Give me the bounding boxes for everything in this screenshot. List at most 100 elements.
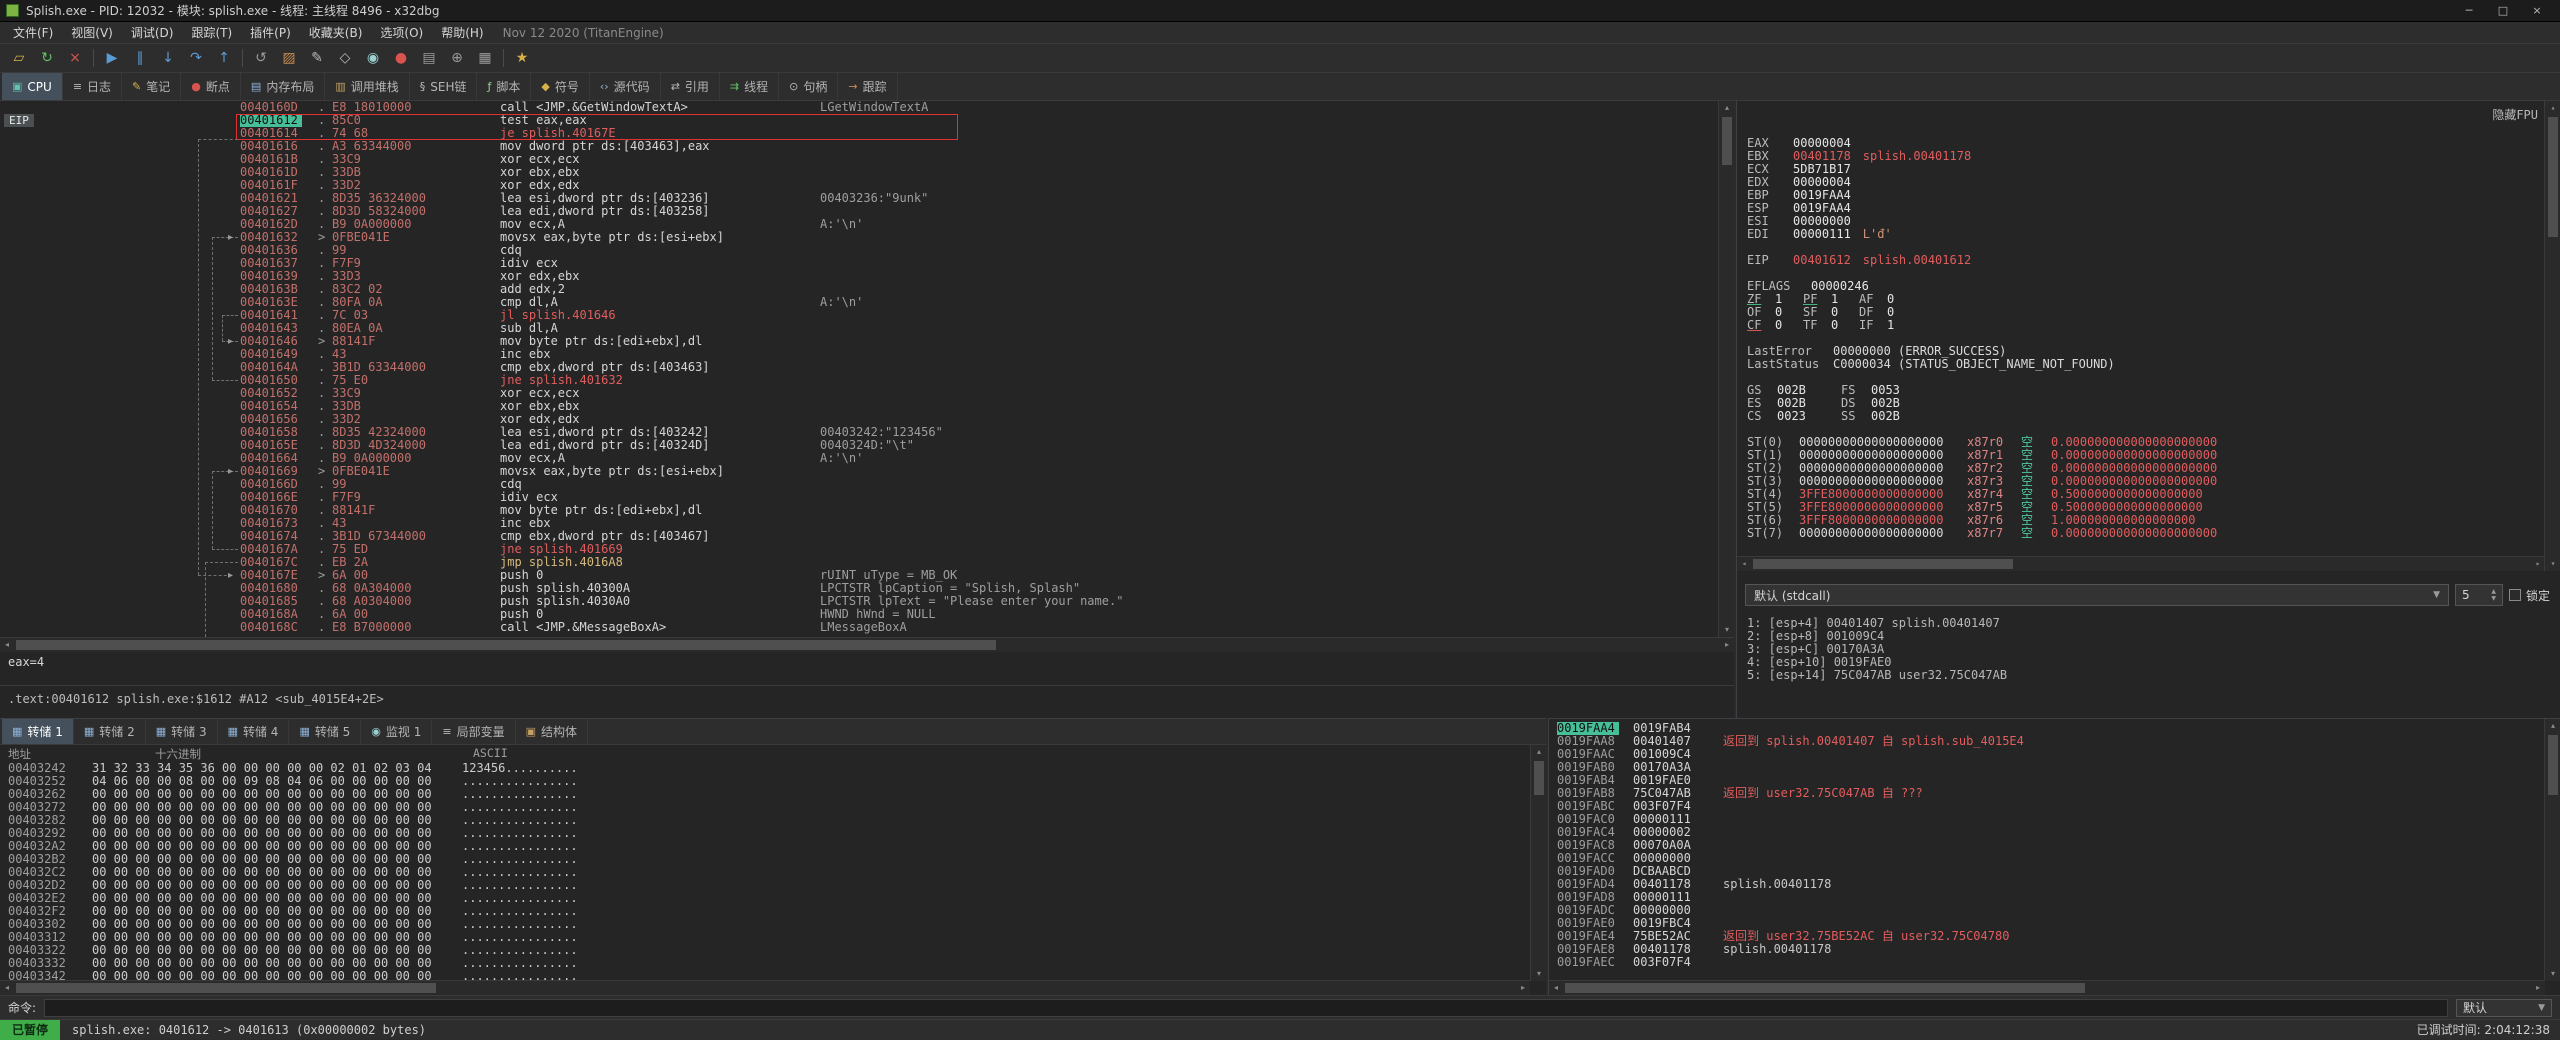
stack-row[interactable]: 0019FAD8 00000111 bbox=[1549, 891, 2024, 904]
stack-row[interactable]: 0019FAEC 003F07F4 bbox=[1549, 956, 2024, 969]
tab-breakpoints[interactable]: ● 断点 bbox=[181, 73, 241, 100]
maximize-button[interactable]: □ bbox=[2486, 0, 2520, 21]
menu-debug[interactable]: 调试(D) bbox=[122, 22, 183, 44]
register-row[interactable]: EBX 00401178 splish.00401178 bbox=[1747, 150, 2534, 163]
flags-row[interactable]: CF 0 TF 0 IF 1 bbox=[1747, 319, 2534, 332]
menu-favourites[interactable]: 收藏夹(B) bbox=[300, 22, 372, 44]
tab-seh[interactable]: § SEH链 bbox=[410, 73, 478, 100]
tab-log[interactable]: ≡ 日志 bbox=[63, 73, 123, 100]
close-button[interactable]: × bbox=[2520, 0, 2554, 21]
dump-hscrollbar[interactable]: ◂ ▸ bbox=[0, 980, 1530, 995]
scroll-up-icon[interactable]: ▴ bbox=[1720, 101, 1734, 115]
disassembly-view[interactable]: 0040160D. E8 18010000 call <JMP.&GetWindow… bbox=[0, 101, 1718, 637]
disasm-vscrollbar[interactable]: ▴ ▾ bbox=[1718, 101, 1734, 637]
fpu-register-row[interactable]: ST(7) 00000000000000000000 x87r7 空 0.0000000… bbox=[1747, 527, 2534, 540]
scroll-down-icon[interactable]: ▾ bbox=[1720, 623, 1734, 637]
open-file-button[interactable]: ▱ bbox=[6, 46, 32, 70]
tab-threads[interactable]: ⇉ 线程 bbox=[720, 73, 780, 100]
register-row[interactable]: ECX 5DB71B17 bbox=[1747, 163, 2534, 176]
dump-vscrollbar[interactable]: ▴ ▾ bbox=[1530, 745, 1546, 981]
scrollbar-thumb[interactable] bbox=[1722, 117, 1732, 165]
scrollbar-thumb[interactable] bbox=[1753, 559, 2013, 569]
disasm-row[interactable]: 0040168C. E8 B7000000 call <JMP.&MessageBo… bbox=[0, 621, 1718, 634]
scrollbar-thumb[interactable] bbox=[1534, 761, 1544, 795]
register-row[interactable]: EDX 00000004 bbox=[1747, 176, 2534, 189]
stack-row[interactable]: 0019FADC 00000000 bbox=[1549, 904, 2024, 917]
tab-script[interactable]: ƒ 脚本 bbox=[477, 73, 532, 100]
refresh-button[interactable]: ↺ bbox=[248, 46, 274, 70]
tab-dump-3[interactable]: ▦ 转储 3 bbox=[146, 719, 218, 744]
stack-hscrollbar[interactable]: ◂ ▸ bbox=[1549, 980, 2545, 995]
scroll-up-icon[interactable]: ▴ bbox=[2546, 719, 2560, 733]
stack-row[interactable]: 0019FAAC 001009C4 bbox=[1549, 748, 2024, 761]
scrollbar-thumb[interactable] bbox=[2548, 117, 2558, 237]
scrollbar-thumb[interactable] bbox=[2548, 735, 2558, 795]
stack-row[interactable]: 0019FAE8 00401178 splish.00401178 bbox=[1549, 943, 2024, 956]
scroll-left-icon[interactable]: ◂ bbox=[1737, 557, 1751, 571]
stack-row[interactable]: 0019FAC0 00000111 bbox=[1549, 813, 2024, 826]
stack-row[interactable]: 0019FAC8 00070A0A bbox=[1549, 839, 2024, 852]
command-mode-select[interactable]: 默认 ▼ bbox=[2456, 998, 2552, 1017]
last-status-row[interactable]: LastStatus C0000034 (STATUS_OBJECT_NAME_N… bbox=[1747, 358, 2534, 371]
scroll-down-icon[interactable]: ▾ bbox=[2546, 557, 2560, 571]
disasm-hscrollbar[interactable]: ◂ ▸ bbox=[0, 637, 1734, 652]
minimize-button[interactable]: ─ bbox=[2452, 0, 2486, 21]
menu-view[interactable]: 视图(V) bbox=[62, 22, 122, 44]
tab-memory-map[interactable]: ▤ 内存布局 bbox=[241, 73, 326, 100]
comment-button[interactable]: ✎ bbox=[304, 46, 330, 70]
scroll-down-icon[interactable]: ▾ bbox=[1532, 967, 1546, 981]
scroll-down-icon[interactable]: ▾ bbox=[2546, 967, 2560, 981]
registers-hscrollbar[interactable]: ◂ ▸ bbox=[1737, 556, 2545, 571]
register-row[interactable]: EDI 00000111 L'đ' bbox=[1747, 228, 2534, 241]
stack-row[interactable]: 0019FAA8 00401407 返回到 splish.00401407 自 sp… bbox=[1549, 735, 2024, 748]
stack-row[interactable]: 0019FAD4 00401178 splish.00401178 bbox=[1549, 878, 2024, 891]
tab-dump-4[interactable]: ▦ 转储 4 bbox=[218, 719, 290, 744]
scroll-right-icon[interactable]: ▸ bbox=[2531, 981, 2545, 995]
stack-row[interactable]: 0019FACC 00000000 bbox=[1549, 852, 2024, 865]
tab-dump-5[interactable]: ▦ 转储 5 bbox=[289, 719, 362, 744]
breakpoint-button[interactable]: ● bbox=[388, 46, 414, 70]
patch-button[interactable]: ▨ bbox=[276, 46, 302, 70]
register-row[interactable]: ESP 0019FAA4 bbox=[1747, 202, 2534, 215]
argument-row[interactable]: 5: [esp+14] 75C047AB user32.75C047AB bbox=[1747, 669, 2550, 682]
command-input[interactable] bbox=[44, 998, 2448, 1017]
tab-trace[interactable]: → 跟踪 bbox=[838, 73, 898, 100]
menu-options[interactable]: 选项(O) bbox=[371, 22, 432, 44]
menu-help[interactable]: 帮助(H) bbox=[432, 22, 492, 44]
tab-dump-2[interactable]: ▦ 转储 2 bbox=[74, 719, 146, 744]
execute-till-return-button[interactable]: ↑ bbox=[211, 46, 237, 70]
menu-plugins[interactable]: 插件(P) bbox=[241, 22, 300, 44]
scrollbar-thumb[interactable] bbox=[16, 983, 436, 993]
step-into-button[interactable]: ↓ bbox=[155, 46, 181, 70]
scroll-left-icon[interactable]: ◂ bbox=[0, 638, 14, 652]
settings-button[interactable]: ⊕ bbox=[444, 46, 470, 70]
pause-button[interactable]: ∥ bbox=[127, 46, 153, 70]
scroll-left-icon[interactable]: ◂ bbox=[1549, 981, 1563, 995]
scroll-up-icon[interactable]: ▴ bbox=[2546, 101, 2560, 115]
stack-row[interactable]: 0019FAB0 00170A3A bbox=[1549, 761, 2024, 774]
scrollbar-thumb[interactable] bbox=[1565, 983, 2085, 993]
memory-map-button[interactable]: ▤ bbox=[416, 46, 442, 70]
tab-source[interactable]: ‹› 源代码 bbox=[590, 73, 661, 100]
tab-symbols[interactable]: ◆ 符号 bbox=[531, 73, 590, 100]
close-debuggee-button[interactable]: × bbox=[62, 46, 88, 70]
calling-convention-select[interactable]: 默认 (stdcall) ▼ bbox=[1745, 584, 2449, 606]
run-button[interactable]: ▶ bbox=[99, 46, 125, 70]
calculator-button[interactable]: ▦ bbox=[472, 46, 498, 70]
register-row[interactable]: EBP 0019FAA4 bbox=[1747, 189, 2534, 202]
stack-row[interactable]: 0019FAC4 00000002 bbox=[1549, 826, 2024, 839]
segment-row[interactable]: GS 002B FS 0053 bbox=[1747, 384, 2534, 397]
menu-file[interactable]: 文件(F) bbox=[4, 22, 62, 44]
scroll-up-icon[interactable]: ▴ bbox=[1532, 745, 1546, 759]
segment-row[interactable]: CS 0023 SS 002B bbox=[1747, 410, 2534, 423]
tab-call-stack[interactable]: ▥ 调用堆栈 bbox=[325, 73, 410, 100]
scroll-right-icon[interactable]: ▸ bbox=[1516, 981, 1530, 995]
registers-vscrollbar[interactable]: ▴ ▾ bbox=[2544, 101, 2560, 571]
scroll-left-icon[interactable]: ◂ bbox=[0, 981, 14, 995]
stack-row[interactable]: 0019FABC 003F07F4 bbox=[1549, 800, 2024, 813]
scroll-right-icon[interactable]: ▸ bbox=[1720, 638, 1734, 652]
tab-watch-1[interactable]: ◉ 监视 1 bbox=[361, 719, 433, 744]
tab-cpu[interactable]: ▣ CPU bbox=[2, 73, 63, 100]
search-button[interactable]: ◉ bbox=[360, 46, 386, 70]
favourites-button[interactable]: ★ bbox=[509, 46, 535, 70]
